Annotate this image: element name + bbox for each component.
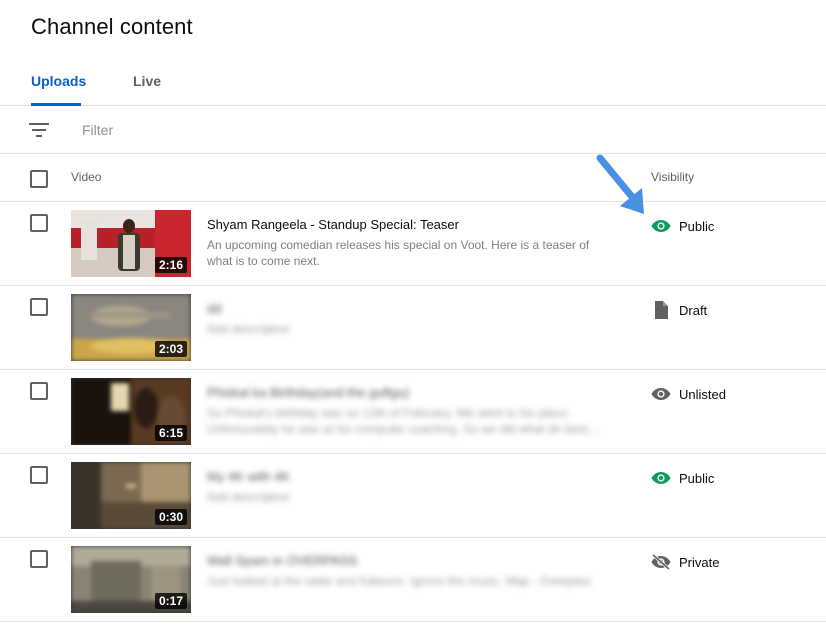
- table-row[interactable]: 2:16 Shyam Rangeela - Standup Special: T…: [0, 202, 826, 286]
- video-description: Just looked at the radar and Kaboom. Ign…: [207, 574, 592, 588]
- eye-icon: [651, 388, 671, 400]
- video-title[interactable]: Shyam Rangeela - Standup Special: Teaser: [207, 217, 627, 232]
- video-duration: 6:15: [154, 425, 187, 441]
- video-description: An upcoming comedian releases his specia…: [207, 238, 590, 268]
- visibility-draft[interactable]: Draft: [651, 301, 707, 319]
- document-icon: [655, 301, 668, 319]
- filter-input[interactable]: [82, 119, 482, 141]
- video-thumbnail[interactable]: 0:17: [71, 546, 191, 613]
- eye-icon: [651, 220, 671, 232]
- row-checkbox[interactable]: [30, 550, 48, 568]
- visibility-label: Unlisted: [679, 386, 726, 402]
- visibility-public[interactable]: Public: [651, 469, 714, 487]
- video-thumbnail[interactable]: 2:16: [71, 210, 191, 277]
- filter-bar: [0, 106, 826, 154]
- row-checkbox[interactable]: [30, 298, 48, 316]
- filter-icon[interactable]: [29, 122, 49, 138]
- select-all-checkbox[interactable]: [30, 170, 48, 188]
- column-header-visibility[interactable]: Visibility: [651, 170, 694, 184]
- visibility-unlisted[interactable]: Unlisted: [651, 385, 726, 403]
- visibility-label: Private: [679, 554, 720, 570]
- table-row[interactable]: 0:17 Wall Spam in OVERPASS Just looked a…: [0, 538, 826, 622]
- column-header-video: Video: [71, 170, 102, 184]
- visibility-label: Public: [679, 218, 715, 234]
- visibility-public[interactable]: Public: [651, 217, 714, 235]
- video-title[interactable]: Phiskal ka Birthday(and the guftgu): [207, 385, 627, 400]
- table-row[interactable]: 2:03 dd Add description Draft: [0, 286, 826, 370]
- video-duration: 2:16: [154, 257, 187, 273]
- video-title[interactable]: dd: [207, 301, 627, 316]
- video-duration: 2:03: [154, 341, 187, 357]
- visibility-label: Public: [679, 470, 715, 486]
- video-duration: 0:17: [154, 593, 187, 609]
- visibility-label: Draft: [679, 302, 708, 318]
- video-description: Add description: [207, 322, 290, 336]
- video-description: So Phiskal's birthday was on 12th of Feb…: [207, 406, 601, 436]
- visibility-private[interactable]: Private: [651, 553, 719, 571]
- table-row[interactable]: 6:15 Phiskal ka Birthday(and the guftgu)…: [0, 370, 826, 454]
- video-duration: 0:30: [154, 509, 187, 525]
- video-title[interactable]: My 4K with 4K: [207, 469, 627, 484]
- video-list: 2:16 Shyam Rangeela - Standup Special: T…: [0, 202, 826, 622]
- row-checkbox[interactable]: [30, 382, 48, 400]
- row-checkbox[interactable]: [30, 466, 48, 484]
- eye-icon: [651, 472, 671, 484]
- video-thumbnail[interactable]: 2:03: [71, 294, 191, 361]
- video-thumbnail[interactable]: 0:30: [71, 462, 191, 529]
- video-title[interactable]: Wall Spam in OVERPASS: [207, 553, 627, 568]
- tab-live[interactable]: Live: [133, 73, 161, 89]
- row-checkbox[interactable]: [30, 214, 48, 232]
- video-description: Add description: [207, 490, 290, 504]
- page-title: Channel content: [31, 14, 193, 39]
- table-row[interactable]: 0:30 My 4K with 4K Add description Publi…: [0, 454, 826, 538]
- video-thumbnail[interactable]: 6:15: [71, 378, 191, 445]
- tab-uploads[interactable]: Uploads: [31, 73, 86, 89]
- table-header: Video Visibility: [0, 154, 826, 202]
- eye-off-icon: [651, 553, 671, 571]
- tab-bar: Uploads Live: [0, 60, 826, 106]
